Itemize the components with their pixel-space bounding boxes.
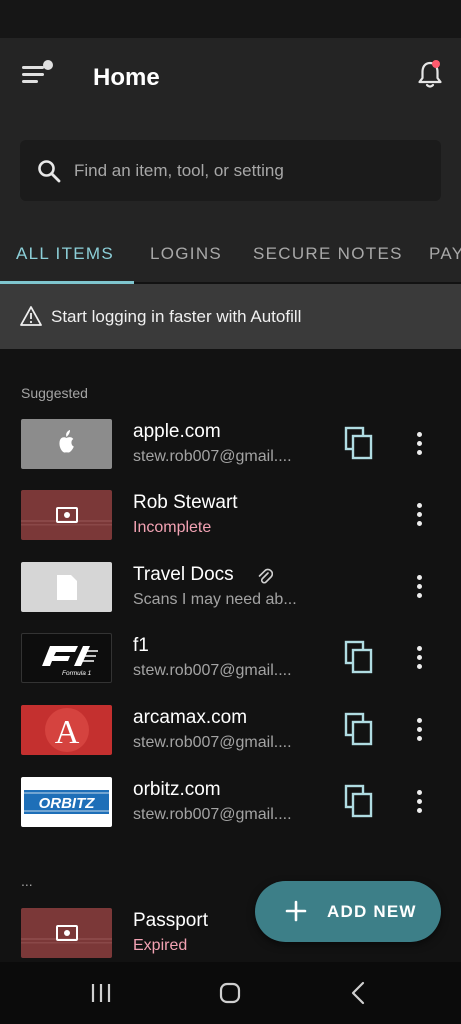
item-subtitle: stew.rob007@gmail....	[133, 662, 292, 679]
page-title: Home	[93, 64, 160, 91]
plus-icon	[285, 900, 307, 922]
item-title: Rob Stewart	[133, 492, 238, 513]
item-title: arcamax.com	[133, 707, 248, 728]
banner-text: Start logging in faster with Autofill	[51, 307, 302, 326]
add-new-button[interactable]: ADD NEW	[255, 881, 441, 942]
bell-icon	[418, 61, 442, 88]
more-dot	[417, 664, 422, 669]
more-options-button[interactable]	[408, 785, 432, 819]
add-new-label: ADD NEW	[327, 902, 417, 921]
item-title: Travel Docs	[133, 564, 234, 585]
warning-icon	[20, 306, 42, 326]
more-dot	[417, 450, 422, 455]
home-button[interactable]	[216, 980, 244, 1006]
menu-badge-dot	[43, 60, 53, 70]
orbitz-logo: ORBITZ	[21, 777, 112, 827]
tab-secure-notes[interactable]: SECURE NOTES	[253, 244, 403, 264]
back-button[interactable]	[345, 980, 373, 1006]
notifications-button[interactable]	[414, 58, 446, 90]
more-dot	[417, 736, 422, 741]
status-bar	[0, 0, 461, 38]
item-subtitle: Scans I may need ab...	[133, 591, 297, 608]
item-title: Passport	[133, 910, 208, 931]
more-options-button[interactable]	[408, 713, 432, 747]
more-dot	[417, 584, 422, 589]
copy-icon	[344, 640, 373, 674]
copy-icon	[344, 426, 373, 460]
arcamax-logo: A	[21, 705, 112, 755]
home-icon	[219, 982, 241, 1004]
more-dot	[417, 799, 422, 804]
list-item[interactable]: Travel Docs Scans I may need ab...	[0, 562, 461, 634]
f1-caption: Formula 1	[62, 670, 92, 677]
f1-logo: Formula 1	[21, 633, 112, 683]
copy-button[interactable]	[343, 425, 375, 461]
more-dot	[417, 727, 422, 732]
document-icon	[21, 562, 112, 612]
search-bar[interactable]: Find an item, tool, or setting	[20, 140, 441, 201]
list-item[interactable]: apple.com stew.rob007@gmail....	[0, 419, 461, 491]
more-dot	[417, 808, 422, 813]
more-options-button[interactable]	[408, 641, 432, 675]
tab-payments[interactable]: PAY	[429, 244, 461, 264]
copy-icon	[344, 784, 373, 818]
item-subtitle: stew.rob007@gmail....	[133, 806, 292, 823]
arcamax-letter: A	[55, 714, 80, 751]
more-options-button[interactable]	[408, 570, 432, 604]
item-status: Incomplete	[133, 519, 212, 536]
copy-button[interactable]	[343, 783, 375, 819]
more-dot	[417, 790, 422, 795]
copy-button[interactable]	[343, 639, 375, 675]
menu-line	[22, 80, 38, 83]
tab-logins[interactable]: LOGINS	[150, 244, 222, 264]
copy-icon	[344, 712, 373, 746]
list-item[interactable]: ORBITZ orbitz.com stew.rob007@gmail....	[0, 777, 461, 849]
item-status: Expired	[133, 937, 188, 954]
menu-button[interactable]	[22, 60, 56, 90]
more-dot	[417, 593, 422, 598]
more-dot	[417, 441, 422, 446]
list-item[interactable]: Formula 1 f1 stew.rob007@gmail....	[0, 633, 461, 705]
item-subtitle: stew.rob007@gmail....	[133, 448, 292, 465]
search-icon	[38, 160, 61, 183]
menu-line	[22, 66, 44, 69]
identity-card-icon	[21, 490, 112, 540]
orbitz-text: ORBITZ	[39, 795, 96, 812]
identity-card-icon	[21, 908, 112, 958]
copy-button[interactable]	[343, 711, 375, 747]
tab-all-items[interactable]: ALL ITEMS	[16, 244, 114, 264]
more-dot	[417, 432, 422, 437]
list-item[interactable]: A arcamax.com stew.rob007@gmail....	[0, 705, 461, 777]
section-label-more: ...	[21, 873, 33, 889]
more-dot	[417, 521, 422, 526]
item-subtitle: stew.rob007@gmail....	[133, 734, 292, 751]
menu-line	[22, 73, 44, 76]
item-title: f1	[133, 635, 149, 656]
section-label-suggested: Suggested	[21, 385, 88, 401]
more-dot	[417, 646, 422, 651]
category-tabs: ALL ITEMS LOGINS SECURE NOTES PAY	[0, 232, 461, 284]
notification-dot	[432, 60, 440, 68]
more-dot	[417, 718, 422, 723]
item-title: orbitz.com	[133, 779, 221, 800]
more-options-button[interactable]	[408, 427, 432, 461]
more-dot	[417, 575, 422, 580]
apple-logo	[21, 419, 112, 469]
recent-apps-icon	[91, 984, 111, 1002]
list-item[interactable]: Rob Stewart Incomplete	[0, 490, 461, 562]
search-placeholder: Find an item, tool, or setting	[74, 161, 284, 180]
back-icon	[351, 981, 365, 1005]
more-dot	[417, 512, 422, 517]
more-dot	[417, 503, 422, 508]
more-options-button[interactable]	[408, 498, 432, 532]
item-title: apple.com	[133, 421, 221, 442]
autofill-banner[interactable]: Start logging in faster with Autofill	[0, 284, 461, 349]
system-navigation-bar	[0, 962, 461, 1024]
attachment-icon	[258, 568, 273, 584]
recent-apps-button[interactable]	[87, 980, 115, 1006]
more-dot	[417, 655, 422, 660]
